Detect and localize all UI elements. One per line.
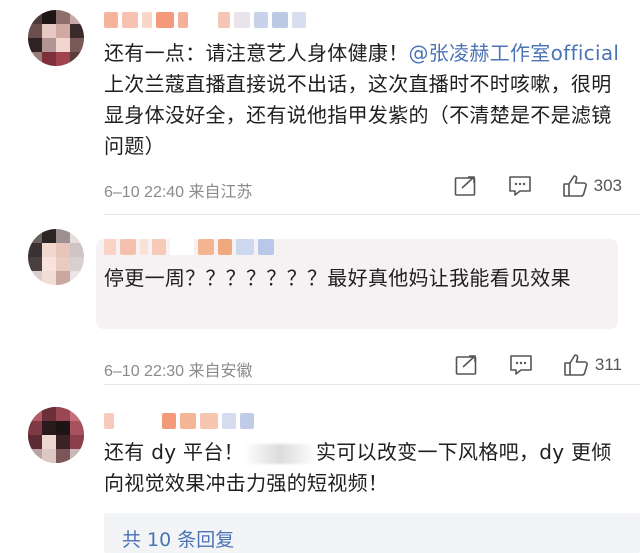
avatar[interactable] (28, 407, 84, 463)
comment-text-part: 上次兰蔻直播直接说不出话，这次直播时不时咳嗽，很明显身体没好全，还有说他指甲发紫… (104, 72, 612, 158)
share-button[interactable] (454, 175, 478, 197)
username-blurred[interactable] (104, 413, 254, 429)
comment-text-part: 还有 dy 平台！ (104, 440, 244, 464)
comment-actions: 303 (424, 174, 622, 198)
share-icon (454, 176, 475, 196)
avatar[interactable] (28, 229, 84, 285)
like-count: 303 (593, 176, 622, 195)
comment-button[interactable] (509, 354, 533, 376)
view-replies-link[interactable]: 共 10 条回复 (122, 525, 234, 552)
comment-icon (508, 176, 531, 196)
username-blurred[interactable] (104, 12, 306, 28)
comment-meta: 6–10 22:30 来自安徽 (104, 363, 253, 380)
comment-text-part: 还有一点：请注意艺人身体健康！ (104, 41, 409, 65)
replies-bar[interactable]: 共 10 条回复 (104, 513, 640, 553)
mention-link[interactable]: @张凌赫工作室official (409, 41, 620, 65)
like-button[interactable]: 311 (563, 353, 622, 377)
comment-button[interactable] (508, 175, 532, 197)
like-button[interactable]: 303 (562, 174, 622, 198)
comment-actions: 311 (425, 353, 622, 377)
comment-icon (510, 355, 532, 375)
share-button[interactable] (455, 354, 479, 376)
comment-item: 还有一点：请注意艺人身体健康！@张凌赫工作室official 上次兰蔻直播直接说… (0, 0, 640, 215)
redacted-text (243, 443, 316, 464)
comment-text: 停更一周？？？？？？？最好真他妈让我能看见效果 (104, 266, 571, 290)
thumbs-up-icon (564, 354, 588, 376)
comment-item: 停更一周？？？？？？？最好真他妈让我能看见效果 6–10 22:30 来自安徽 … (0, 215, 640, 385)
share-icon (455, 355, 477, 375)
avatar[interactable] (28, 10, 84, 66)
comment-text: 还有 dy 平台！ 实可以改变一下风格吧，dy 更倾向视觉效果冲击力强的短视频！ (104, 437, 620, 499)
thumbs-up-icon (562, 175, 587, 197)
like-count: 311 (594, 355, 622, 374)
username-blurred[interactable] (104, 239, 274, 255)
comment-meta: 6–10 22:40 来自江苏 (104, 184, 253, 201)
comment-item: 还有 dy 平台！ 实可以改变一下风格吧，dy 更倾向视觉效果冲击力强的短视频！ … (0, 385, 640, 553)
comment-text: 还有一点：请注意艺人身体健康！@张凌赫工作室official 上次兰蔻直播直接说… (104, 38, 620, 162)
